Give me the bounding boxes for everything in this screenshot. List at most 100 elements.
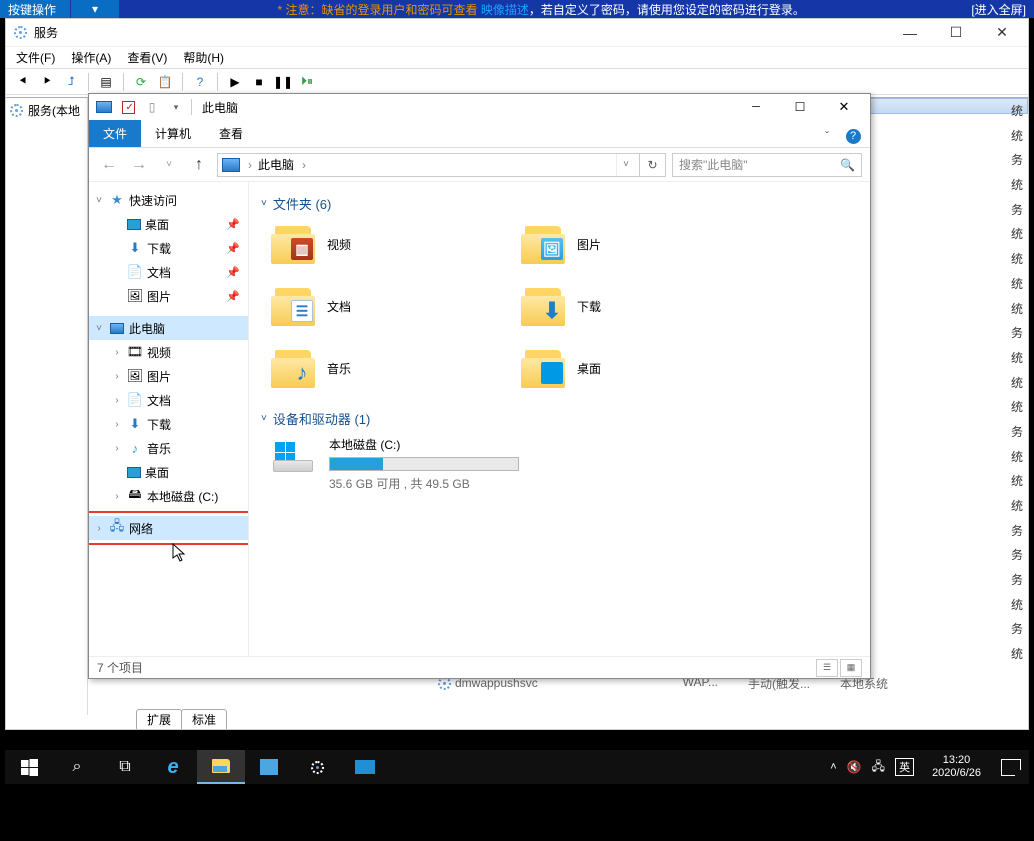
explorer-minimize-button[interactable] xyxy=(734,94,778,120)
nav-network[interactable]: › 🖧 网络 xyxy=(89,516,248,540)
export-button[interactable]: 📋 xyxy=(154,71,176,93)
folder-documents[interactable]: ☰文档 xyxy=(271,283,521,329)
refresh-button[interactable]: ⟳ xyxy=(130,71,152,93)
explorer-maximize-button[interactable] xyxy=(778,94,822,120)
nav-documents[interactable]: 📄文档📌 xyxy=(89,260,248,284)
tab-extended[interactable]: 扩展 xyxy=(136,709,182,729)
search-box[interactable]: 搜索"此电脑" 🔍 xyxy=(672,153,862,177)
search-icon: 🔍 xyxy=(840,158,855,172)
tray-chevron-up-icon[interactable]: ˄ xyxy=(830,761,836,773)
services-titlebar[interactable]: 服务 — ☐ ✕ xyxy=(6,19,1028,47)
view-icons-button[interactable]: ▦ xyxy=(840,659,862,677)
nav-local-disk[interactable]: ›🖴本地磁盘 (C:) xyxy=(89,484,248,508)
tray-volume-icon[interactable]: 🔇 xyxy=(847,760,862,774)
folder-pictures[interactable]: 🖼图片 xyxy=(521,221,771,267)
taskbar-app-1[interactable] xyxy=(245,750,293,784)
maximize-button[interactable]: ☐ xyxy=(936,21,976,45)
address-refresh-button[interactable]: ↻ xyxy=(640,153,666,177)
explorer-titlebar[interactable]: ✓ ▯ ▾ 此电脑 xyxy=(89,94,870,120)
taskbar-explorer[interactable] xyxy=(197,750,245,784)
crumb-sep[interactable]: › xyxy=(248,158,252,172)
nav-downloads[interactable]: ⬇下载📌 xyxy=(89,236,248,260)
restart-service-button[interactable]: ⏵⏸ xyxy=(296,71,318,93)
fullscreen-button[interactable]: [进入全屏] xyxy=(963,0,1034,18)
crumb-this-pc[interactable]: 此电脑 xyxy=(258,156,294,173)
nav-pictures-pc[interactable]: ›🖼图片 xyxy=(89,364,248,388)
nav-pictures[interactable]: 🖼图片📌 xyxy=(89,284,248,308)
menu-view[interactable]: 查看(V) xyxy=(127,49,167,66)
folder-label: 文档 xyxy=(327,298,351,315)
services-tree[interactable]: 服务(本地 xyxy=(6,97,88,715)
taskbar-ie[interactable]: e xyxy=(149,750,197,784)
section-devices-header[interactable]: ˅设备和驱动器 (1) xyxy=(261,409,858,428)
crumb-sep-2[interactable]: › xyxy=(302,158,306,172)
services-title: 服务 xyxy=(34,24,58,41)
ribbon-help-button[interactable]: ? xyxy=(842,125,864,147)
ribbon-tab-view[interactable]: 查看 xyxy=(205,120,257,147)
key-ops-dropdown[interactable]: ▾ xyxy=(71,0,119,18)
taskbar-app-3[interactable] xyxy=(341,750,389,784)
nav-label: 文档 xyxy=(147,392,171,409)
start-button[interactable] xyxy=(5,750,53,784)
notice-prefix: * 注意：缺省的登录用户和密码可查看 xyxy=(277,3,480,17)
nav-forward-button[interactable]: → xyxy=(127,153,151,177)
start-service-button[interactable]: ▶ xyxy=(224,71,246,93)
task-view-button[interactable]: ⧉ xyxy=(101,750,149,784)
menu-action[interactable]: 操作(A) xyxy=(71,49,111,66)
nav-label: 此电脑 xyxy=(129,320,165,337)
folder-desktop[interactable]: 桌面 xyxy=(521,345,771,391)
pause-service-button[interactable]: ❚❚ xyxy=(272,71,294,93)
nav-music[interactable]: ›♪音乐 xyxy=(89,436,248,460)
ribbon-tab-computer[interactable]: 计算机 xyxy=(141,120,205,147)
nav-quick-access[interactable]: ˅ ★ 快速访问 xyxy=(89,188,248,212)
tray-notifications-icon[interactable] xyxy=(1001,759,1021,776)
qat-this-pc-icon[interactable] xyxy=(93,96,115,118)
chevron-right-icon: › xyxy=(111,371,123,382)
ribbon-expand-button[interactable]: ˇ xyxy=(816,125,838,147)
documents-icon: 📄 xyxy=(127,392,143,408)
tray-network-icon[interactable]: 🖧 xyxy=(872,757,885,778)
folder-videos[interactable]: ▥视频 xyxy=(271,221,521,267)
folder-downloads[interactable]: ⬇下载 xyxy=(521,283,771,329)
nav-recent-button[interactable]: ˅ xyxy=(157,153,181,177)
menu-help[interactable]: 帮助(H) xyxy=(183,49,224,66)
nav-desktop-pc[interactable]: 桌面 xyxy=(89,460,248,484)
nav-documents-pc[interactable]: ›📄文档 xyxy=(89,388,248,412)
service-logon-suffix: 统 xyxy=(893,448,1023,473)
qat-customize[interactable]: ▾ xyxy=(165,96,187,118)
address-dropdown[interactable]: ˅ xyxy=(616,154,635,176)
nav-back-button[interactable]: ← xyxy=(97,153,121,177)
minimize-button[interactable]: — xyxy=(890,21,930,45)
close-button[interactable]: ✕ xyxy=(982,21,1022,45)
explorer-content[interactable]: ˅文件夹 (6) ▥视频 🖼图片 ☰文档 ⬇下载 ♪音乐 桌面 ˅设备和驱动器 … xyxy=(249,182,870,656)
up-button[interactable]: ⮥ xyxy=(60,71,82,93)
tray-clock[interactable]: 13:20 2020/6/26 xyxy=(932,754,981,780)
image-description-link[interactable]: 映像描述 xyxy=(481,3,529,17)
back-button[interactable]: ⯇ xyxy=(12,71,34,93)
ribbon-tab-file[interactable]: 文件 xyxy=(89,120,141,147)
help-button[interactable]: ? xyxy=(189,71,211,93)
drive-local-c[interactable]: 本地磁盘 (C:) 35.6 GB 可用 , 共 49.5 GB xyxy=(271,436,858,492)
tab-standard[interactable]: 标准 xyxy=(181,709,227,729)
nav-downloads-pc[interactable]: ›⬇下载 xyxy=(89,412,248,436)
view-details-button[interactable]: ☰ xyxy=(816,659,838,677)
qat-properties-icon[interactable]: ✓ xyxy=(117,96,139,118)
qat-item-icon[interactable]: ▯ xyxy=(141,96,163,118)
forward-button[interactable]: ⯈ xyxy=(36,71,58,93)
menu-file[interactable]: 文件(F) xyxy=(16,49,55,66)
nav-videos[interactable]: ›🎞视频 xyxy=(89,340,248,364)
show-hide-button[interactable]: ▤ xyxy=(95,71,117,93)
tray-ime[interactable]: 英 xyxy=(895,758,914,776)
service-logon-suffix: 统 xyxy=(893,176,1023,201)
stop-service-button[interactable]: ■ xyxy=(248,71,270,93)
nav-desktop[interactable]: 桌面📌 xyxy=(89,212,248,236)
folder-music[interactable]: ♪音乐 xyxy=(271,345,521,391)
taskbar-app-2[interactable] xyxy=(293,750,341,784)
nav-this-pc[interactable]: ˅ 此电脑 xyxy=(89,316,248,340)
section-folders-header[interactable]: ˅文件夹 (6) xyxy=(261,194,858,213)
explorer-close-button[interactable] xyxy=(822,94,866,120)
address-bar[interactable]: › 此电脑 › ˅ xyxy=(217,153,640,177)
key-ops-button[interactable]: 按键操作 xyxy=(0,0,70,18)
nav-up-button[interactable]: ↑ xyxy=(187,153,211,177)
search-button[interactable]: ⌕ xyxy=(53,750,101,784)
